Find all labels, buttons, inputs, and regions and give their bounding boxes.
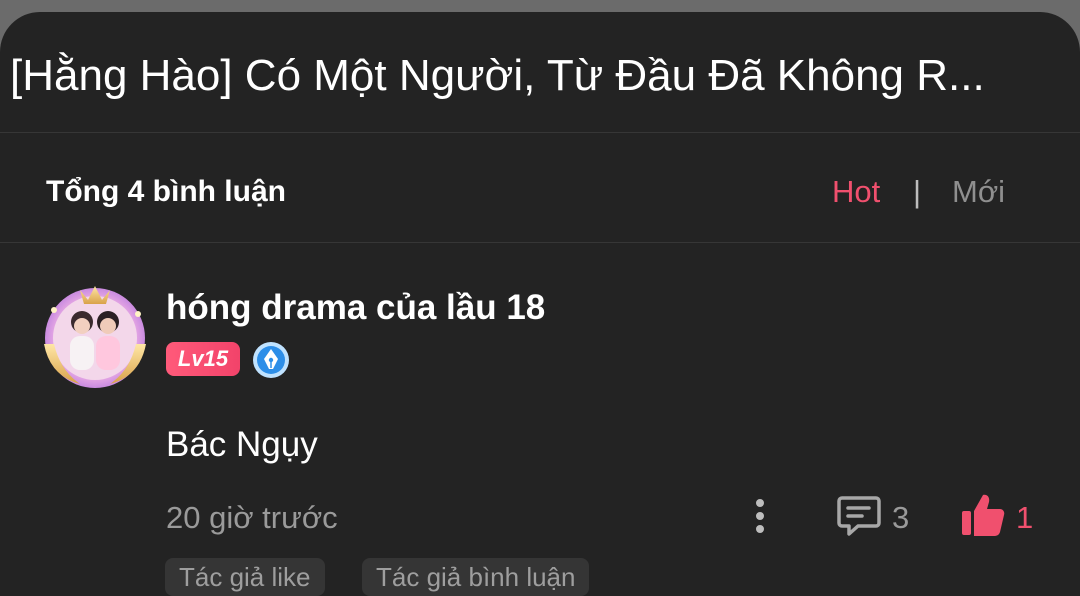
comment-username[interactable]: hóng drama của lầu 18 [166, 286, 545, 330]
post-title: [Hằng Hào] Có Một Người, Từ Đầu Đã Không… [10, 51, 985, 100]
reply-count: 3 [892, 500, 910, 535]
author-commented-tag: Tác giả bình luận [362, 558, 590, 596]
level-badge: Lv15 [166, 342, 240, 376]
comment-time: 20 giờ trước [166, 500, 338, 535]
comments-sheet: [Hằng Hào] Có Một Người, Từ Đầu Đã Không… [0, 12, 1080, 596]
divider [0, 132, 1080, 133]
sort-hot-tab[interactable]: Hot [832, 172, 880, 212]
sort-new-tab[interactable]: Mới [952, 172, 1005, 212]
divider [0, 242, 1080, 243]
more-vertical-icon[interactable] [748, 496, 772, 536]
thumbs-up-icon[interactable] [960, 492, 1006, 538]
like-count: 1 [1016, 500, 1034, 535]
avatar[interactable] [40, 280, 150, 390]
comment-icon[interactable] [836, 494, 882, 538]
pen-nib-icon [253, 342, 289, 378]
author-liked-tag: Tác giả like [165, 558, 325, 596]
comment-text: Bác Ngụy [166, 425, 318, 464]
sort-separator: | [913, 174, 922, 209]
comment-count-summary: Tổng 4 bình luận [46, 175, 286, 208]
